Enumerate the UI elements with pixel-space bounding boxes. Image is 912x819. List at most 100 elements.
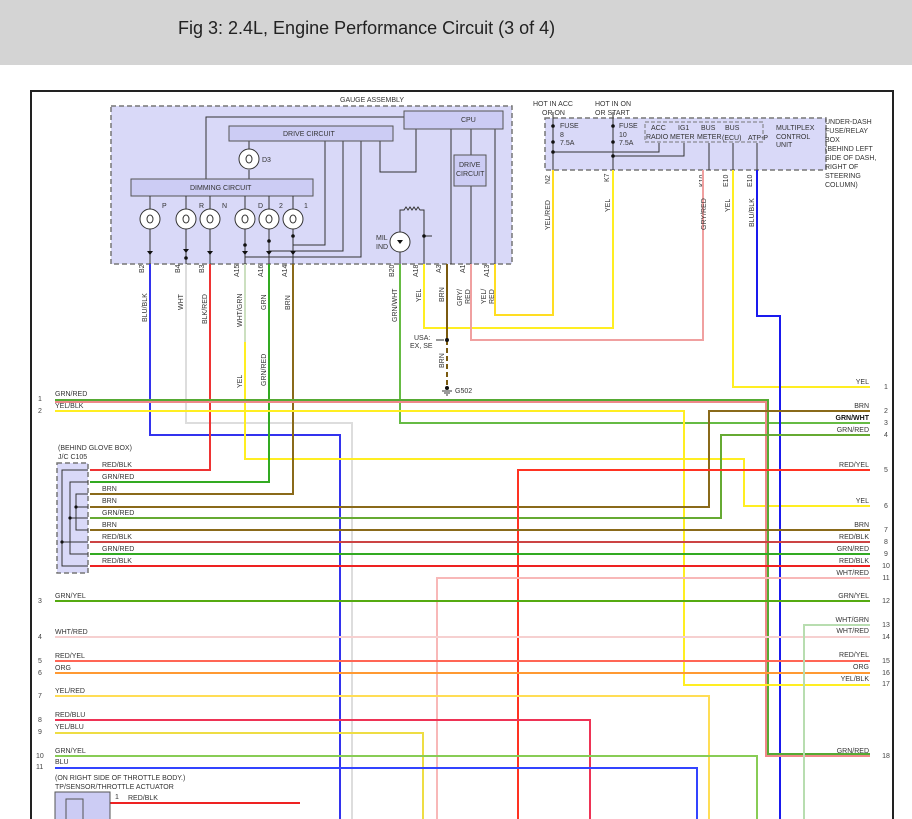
gauge-assembly: GAUGE ASSEMBLY CPU DRIVE CIRCUIT DIMMING… bbox=[110, 97, 513, 277]
fuse-label: 8 bbox=[560, 132, 564, 139]
pin-label: E10 bbox=[723, 174, 730, 187]
wire-label: YEL/ bbox=[481, 289, 488, 304]
pin-label: A16 bbox=[258, 264, 265, 277]
row-label: GRN/RED bbox=[837, 546, 869, 553]
row-number: 6 bbox=[38, 670, 42, 677]
wire-label: BLU/BLK bbox=[142, 293, 149, 322]
row-label: RED/YEL bbox=[839, 652, 869, 659]
row-number: 8 bbox=[38, 717, 42, 724]
cpu-box bbox=[403, 110, 504, 130]
wire-label: GRN bbox=[261, 294, 268, 310]
box-label-line: SIDE OF DASH, bbox=[825, 155, 876, 162]
row-label: RED/BLK bbox=[839, 558, 869, 565]
wire-row-8 bbox=[55, 719, 591, 819]
row-number: 18 bbox=[882, 753, 890, 760]
row-label: WHT/RED bbox=[836, 570, 869, 577]
throttle-name: TP/SENSOR/THROTTLE ACTUATOR bbox=[55, 784, 174, 791]
row-label: YEL/RED bbox=[55, 688, 85, 695]
hot-label: HOT IN ON bbox=[595, 101, 631, 108]
row-number: 8 bbox=[884, 539, 888, 546]
row-label: WHT/RED bbox=[55, 629, 88, 636]
box-label-line: (BEHIND LEFT bbox=[825, 146, 874, 153]
wire-label: YEL bbox=[237, 375, 244, 388]
row-number: 5 bbox=[38, 658, 42, 665]
right-connector-rows: YEL 1 BRN 2 GRN/WHT 3 GRN/RED 4 RED/YEL 5 YEL… bbox=[836, 379, 890, 760]
wire-label: GRN/RED bbox=[261, 354, 268, 386]
row-number: 3 bbox=[884, 420, 888, 427]
cpu-label: CPU bbox=[461, 117, 476, 124]
row-number: 5 bbox=[884, 467, 888, 474]
row-number: 14 bbox=[882, 634, 890, 641]
under-dash-fuse-box: HOT IN ACC OR ON HOT IN ON OR START FUSE… bbox=[533, 101, 876, 189]
lamp-icon bbox=[234, 208, 256, 230]
row-number: 4 bbox=[38, 634, 42, 641]
throttle-location: (ON RIGHT SIDE OF THROTTLE BODY.) bbox=[55, 775, 185, 782]
pin-label: N2 bbox=[545, 175, 552, 184]
wire-label: YEL bbox=[725, 199, 732, 212]
wire-label: BRN bbox=[102, 498, 117, 505]
lamp-icon bbox=[175, 208, 197, 230]
row-number: 7 bbox=[884, 527, 888, 534]
lamp-icon bbox=[282, 208, 304, 230]
pin-label: B4 bbox=[175, 264, 182, 273]
row-number: 7 bbox=[38, 693, 42, 700]
row-number: 16 bbox=[882, 670, 890, 677]
drive-circuit-2-label: DRIVE bbox=[459, 162, 481, 169]
lamp-label: P bbox=[162, 203, 167, 210]
row-number: 15 bbox=[882, 658, 890, 665]
row-number: 13 bbox=[882, 622, 890, 629]
pin-label: A1 bbox=[460, 264, 467, 273]
wiring-diagram: GAUGE ASSEMBLY CPU DRIVE CIRCUIT DIMMING… bbox=[30, 90, 894, 819]
hot-label: OR START bbox=[595, 110, 630, 117]
wire-label: BRN bbox=[102, 486, 117, 493]
lamp-label: D bbox=[258, 203, 263, 210]
ground-g502: USA: EX, SE BRN G502 bbox=[410, 335, 472, 396]
mcu-label: METER bbox=[670, 134, 695, 141]
row-label: WHT/GRN bbox=[836, 617, 869, 624]
variant-label: EX, SE bbox=[410, 343, 433, 350]
fuse-box-label: UNDER-DASH FUSE/RELAY BOX (BEHIND LEFT S… bbox=[825, 119, 876, 189]
row-number: 6 bbox=[884, 503, 888, 510]
ind-label: IND bbox=[376, 244, 388, 251]
mcu-label: (ECU) bbox=[722, 135, 741, 142]
mcu-label: IG1 bbox=[678, 125, 689, 132]
wire-label: BRN bbox=[439, 287, 446, 302]
row-label: BLU bbox=[55, 759, 69, 766]
mcu-label: BUS bbox=[701, 125, 716, 132]
d3-label: D3 bbox=[262, 157, 271, 164]
row-label: BRN bbox=[854, 403, 869, 410]
row-label: WHT/RED bbox=[836, 628, 869, 635]
row-number: 17 bbox=[882, 681, 890, 688]
row-number: 11 bbox=[882, 575, 889, 582]
lamp-label: 2 bbox=[279, 203, 283, 210]
pin-label: A14 bbox=[282, 264, 289, 277]
row-number: 12 bbox=[882, 598, 890, 605]
row-number: 11 bbox=[36, 764, 43, 771]
wire-label: BLU/BLK bbox=[749, 198, 756, 227]
row-label: ORG bbox=[853, 664, 869, 671]
mcu-label: ACC bbox=[651, 125, 666, 132]
wire-label: RED/BLK bbox=[128, 795, 158, 802]
wire-label: RED/BLK bbox=[102, 534, 132, 541]
row-number: 4 bbox=[884, 432, 888, 439]
fuse-label: 7.5A bbox=[560, 140, 575, 147]
wire-label: RED bbox=[465, 289, 472, 304]
fuse-label: 7.5A bbox=[619, 140, 634, 147]
lamp-label: 1 bbox=[304, 203, 308, 210]
row-label: GRN/RED bbox=[55, 391, 87, 398]
ground-icon bbox=[442, 390, 452, 396]
wire-label: GRY/RED bbox=[701, 198, 708, 230]
pin-label: K7 bbox=[604, 173, 611, 182]
lamp-label: R bbox=[199, 203, 204, 210]
wire-label: GRY/ bbox=[457, 289, 464, 306]
drive-circuit-label: DRIVE CIRCUIT bbox=[283, 131, 335, 138]
pin-label: A15 bbox=[234, 264, 241, 277]
pin-label: A13 bbox=[484, 264, 491, 277]
lamp-icon bbox=[199, 208, 221, 230]
row-label: GRN/RED bbox=[837, 748, 869, 755]
row-label: ORG bbox=[55, 665, 71, 672]
pin-label: A3 bbox=[436, 264, 443, 273]
wire-row-2 bbox=[55, 410, 870, 686]
row-number: 2 bbox=[38, 408, 42, 415]
row-label: GRN/YEL bbox=[838, 593, 869, 600]
